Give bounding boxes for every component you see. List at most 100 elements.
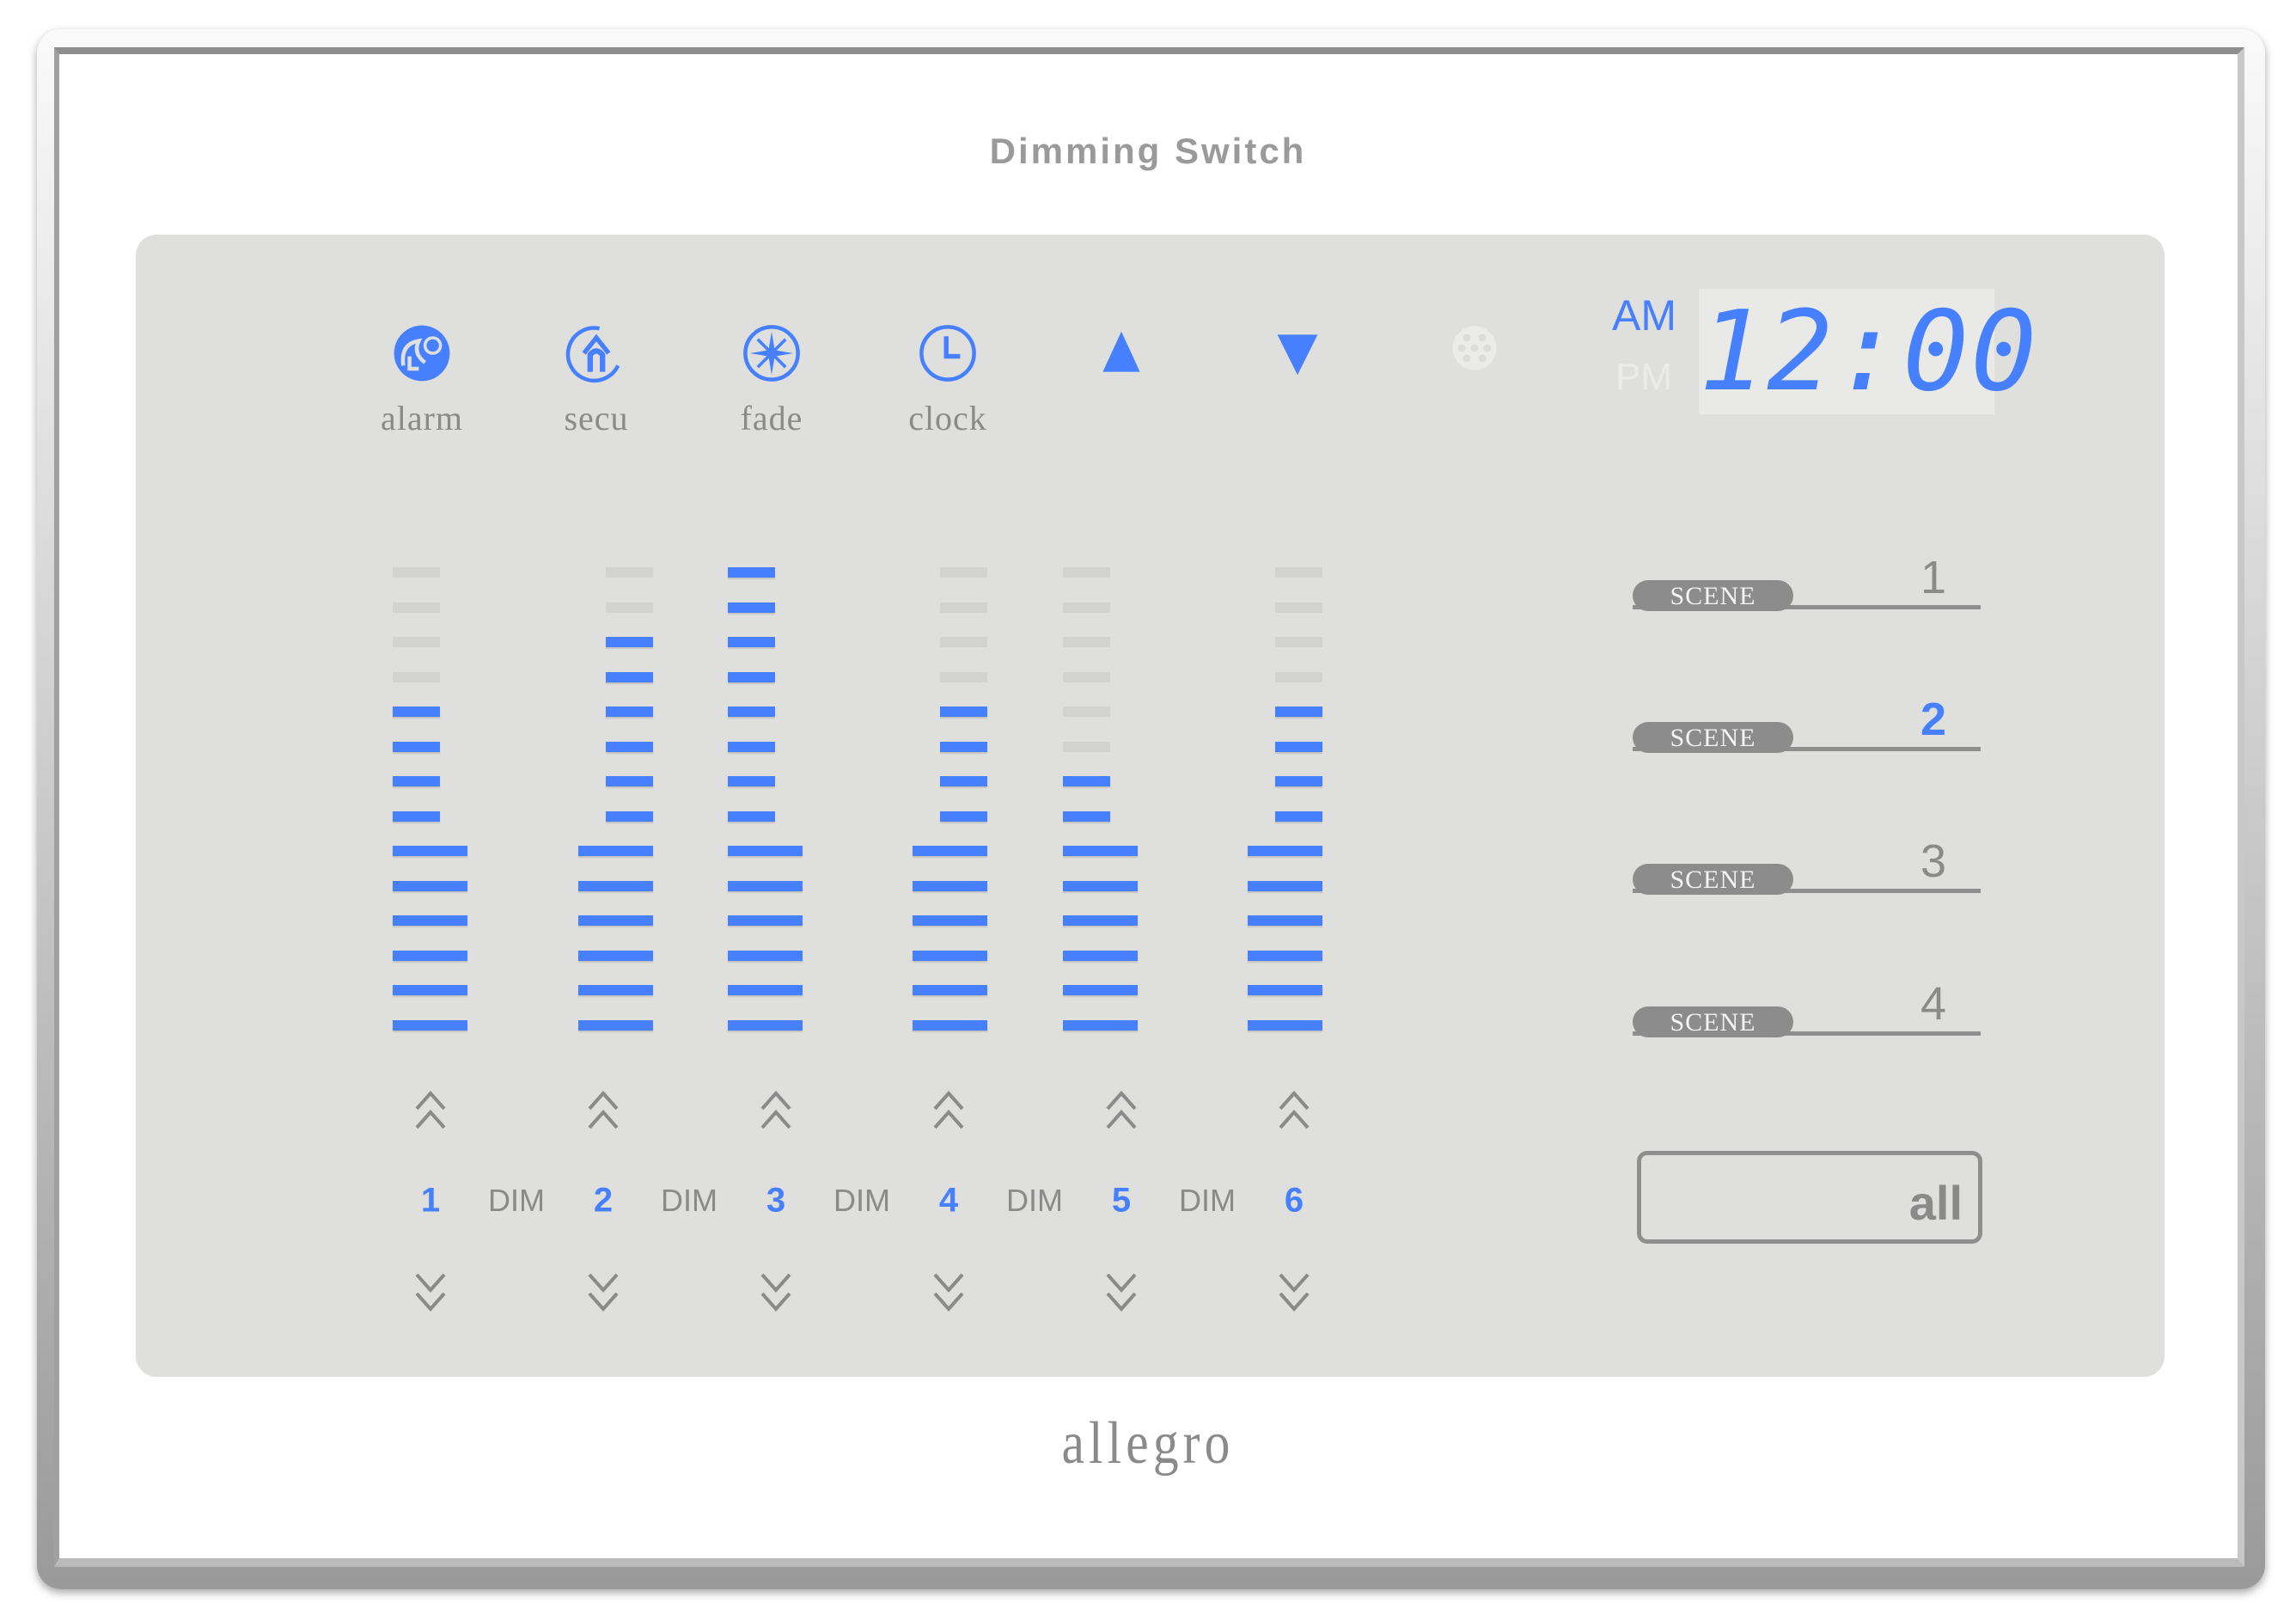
channel-down-chevron-icon[interactable] bbox=[413, 1271, 448, 1312]
channel-down-chevron-icon[interactable] bbox=[1277, 1271, 1311, 1312]
pm-indicator: PM bbox=[1615, 356, 1672, 398]
scene-pill: SCENE bbox=[1633, 864, 1793, 895]
clock-icon[interactable] bbox=[917, 322, 979, 384]
level-segment-lit bbox=[393, 950, 467, 961]
level-segment-lit bbox=[728, 741, 775, 752]
scene-button-2[interactable]: SCENE 2 bbox=[1633, 694, 1981, 753]
channel-number[interactable]: 1 bbox=[421, 1182, 440, 1220]
level-segment-lit bbox=[606, 707, 653, 717]
level-segment-unlit bbox=[1275, 567, 1322, 578]
level-segment-lit bbox=[1248, 985, 1322, 995]
level-segment-lit bbox=[728, 846, 803, 856]
level-segment-lit bbox=[578, 880, 653, 891]
dim-label: DIM bbox=[1179, 1183, 1236, 1218]
level-segment-unlit bbox=[1275, 671, 1322, 682]
security-home-icon[interactable] bbox=[565, 322, 627, 384]
level-segment-lit bbox=[728, 707, 775, 717]
level-segment-lit bbox=[728, 602, 775, 613]
level-segment-lit bbox=[578, 915, 653, 926]
level-segment-lit bbox=[606, 776, 653, 786]
scene-pill: SCENE bbox=[1633, 580, 1793, 611]
level-segment-lit bbox=[913, 880, 987, 891]
channel-number[interactable]: 4 bbox=[939, 1182, 958, 1220]
level-segment-lit bbox=[393, 915, 467, 926]
level-segment-unlit bbox=[393, 602, 440, 613]
level-segment-lit bbox=[1248, 1019, 1322, 1031]
channel-down-chevron-icon[interactable] bbox=[931, 1271, 966, 1312]
triangle-down-icon[interactable] bbox=[1267, 322, 1328, 384]
alarm-label: alarm bbox=[380, 399, 464, 437]
channel-number[interactable]: 3 bbox=[766, 1182, 785, 1220]
scene-button-3[interactable]: SCENE 3 bbox=[1633, 835, 1981, 895]
channel-up-chevron-icon[interactable] bbox=[586, 1090, 620, 1131]
channel-up-chevron-icon[interactable] bbox=[931, 1090, 966, 1131]
level-segment-lit bbox=[940, 707, 987, 717]
level-segment-lit bbox=[1248, 915, 1322, 926]
scene-button-4[interactable]: SCENE 4 bbox=[1633, 978, 1981, 1037]
scene-pill: SCENE bbox=[1633, 722, 1793, 753]
channel-number[interactable]: 5 bbox=[1112, 1182, 1131, 1220]
level-segment-unlit bbox=[1063, 602, 1110, 613]
level-segment-lit bbox=[728, 880, 803, 891]
level-segment-lit bbox=[606, 741, 653, 752]
am-indicator: AM bbox=[1612, 291, 1676, 339]
alarm-icon[interactable] bbox=[391, 322, 453, 384]
channel-up-chevron-icon[interactable] bbox=[1277, 1090, 1311, 1131]
triangle-up-icon[interactable] bbox=[1090, 322, 1152, 384]
level-segment-lit bbox=[578, 1019, 653, 1031]
fade-sparkle-icon[interactable] bbox=[741, 322, 803, 384]
level-segment-lit bbox=[913, 985, 987, 995]
level-segment-lit bbox=[393, 707, 440, 717]
level-segment-lit bbox=[940, 810, 987, 822]
level-segment-lit bbox=[606, 637, 653, 647]
level-segment-lit bbox=[578, 950, 653, 961]
channel-up-chevron-icon[interactable] bbox=[1104, 1090, 1139, 1131]
clock-time: 12:00 bbox=[1699, 288, 2039, 416]
level-segment-lit bbox=[728, 950, 803, 961]
level-segment-lit bbox=[1063, 846, 1138, 856]
channel-down-chevron-icon[interactable] bbox=[1104, 1271, 1139, 1312]
level-segment-lit bbox=[1275, 776, 1322, 786]
fade-label: fade bbox=[740, 399, 803, 437]
scene-pill: SCENE bbox=[1633, 1006, 1793, 1037]
channel-up-chevron-icon[interactable] bbox=[759, 1090, 793, 1131]
dim-label: DIM bbox=[488, 1183, 545, 1218]
level-segment-lit bbox=[1275, 810, 1322, 822]
level-segment-lit bbox=[1248, 846, 1322, 856]
level-segment-lit bbox=[913, 915, 987, 926]
all-button-label: all bbox=[1908, 1176, 1963, 1230]
level-segment-lit bbox=[1063, 776, 1110, 786]
channel-number[interactable]: 2 bbox=[594, 1182, 613, 1220]
level-segment-lit bbox=[728, 776, 775, 786]
brand-logo: allegro bbox=[1061, 1410, 1235, 1477]
all-button[interactable]: all bbox=[1637, 1151, 1982, 1244]
channel-up-chevron-icon[interactable] bbox=[413, 1090, 448, 1131]
scene-number: 3 bbox=[1920, 835, 1946, 887]
level-segment-lit bbox=[728, 567, 775, 578]
scene-button-1[interactable]: SCENE 1 bbox=[1633, 552, 1981, 611]
level-segment-lit bbox=[393, 880, 467, 891]
level-segment-lit bbox=[1248, 880, 1322, 891]
level-segment-unlit bbox=[940, 567, 987, 578]
level-segment-unlit bbox=[940, 671, 987, 682]
channel-number[interactable]: 6 bbox=[1285, 1182, 1304, 1220]
level-segment-lit bbox=[578, 985, 653, 995]
channel-down-chevron-icon[interactable] bbox=[759, 1271, 793, 1312]
level-segment-lit bbox=[940, 741, 987, 752]
level-segment-lit bbox=[728, 637, 775, 647]
level-segment-lit bbox=[913, 1019, 987, 1031]
clock-display[interactable]: 12:00 bbox=[1699, 288, 2039, 416]
scene-number: 4 bbox=[1920, 978, 1946, 1030]
level-segment-lit bbox=[1275, 707, 1322, 717]
channel-down-chevron-icon[interactable] bbox=[586, 1271, 620, 1312]
clock-label: clock bbox=[908, 399, 987, 437]
level-segment-unlit bbox=[940, 602, 987, 613]
device-title: Dimming Switch bbox=[989, 131, 1307, 171]
level-segment-lit bbox=[728, 915, 803, 926]
dim-label: DIM bbox=[661, 1183, 718, 1218]
level-segment-lit bbox=[393, 776, 440, 786]
dim-label: DIM bbox=[834, 1183, 890, 1218]
sensor-grid-icon bbox=[1452, 326, 1497, 370]
level-segment-unlit bbox=[1063, 637, 1110, 647]
level-segment-lit bbox=[913, 846, 987, 856]
